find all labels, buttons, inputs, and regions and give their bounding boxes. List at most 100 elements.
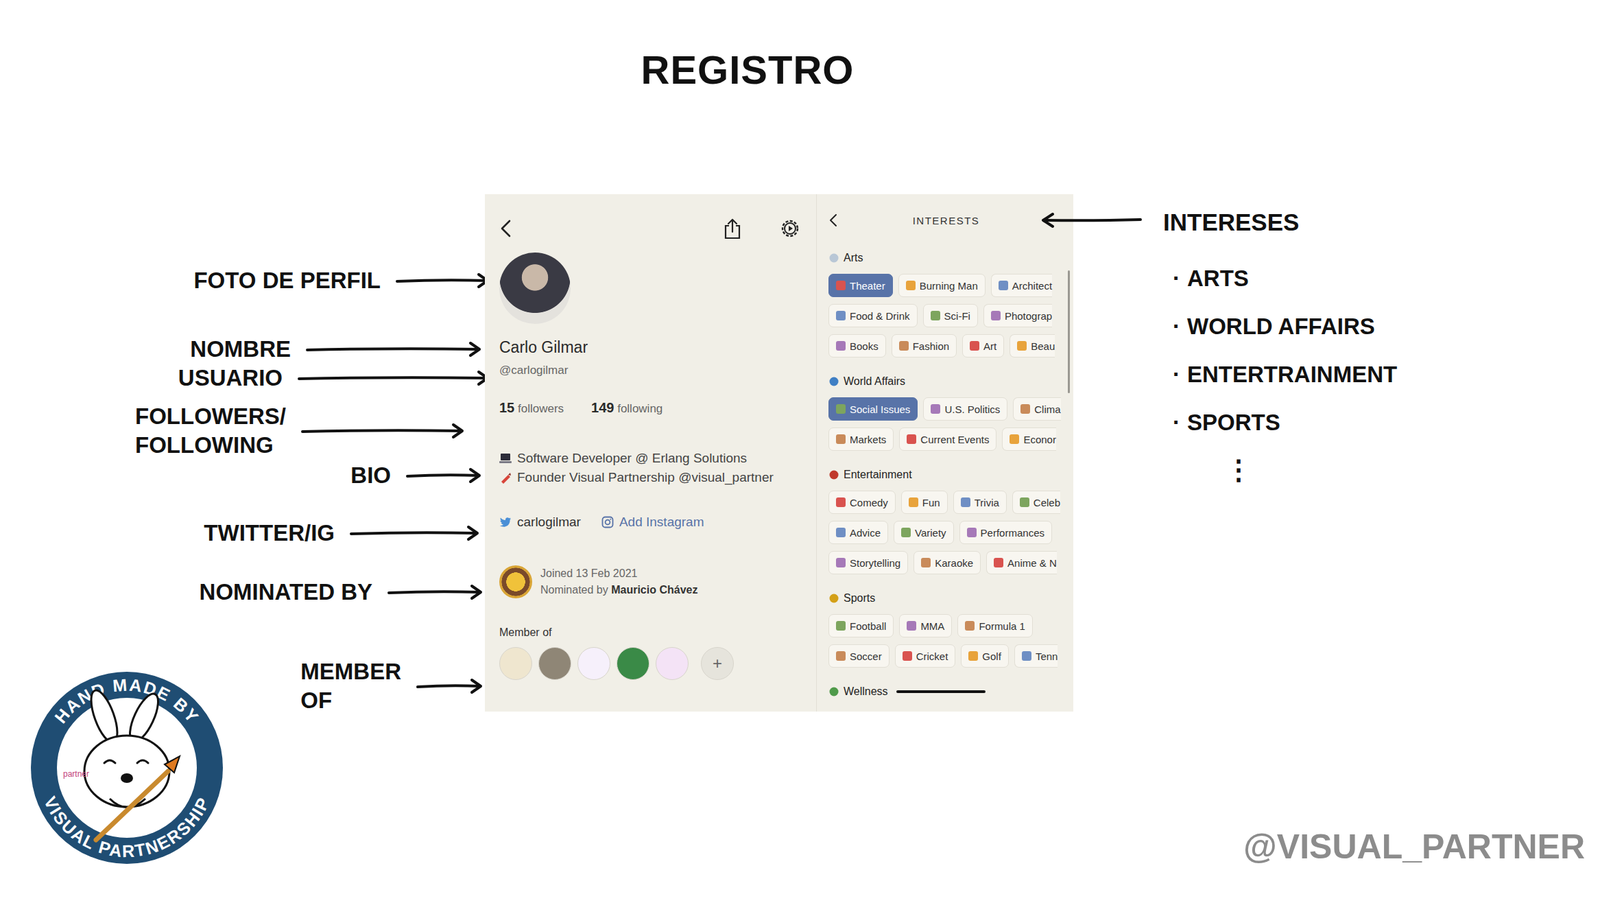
interest-chip[interactable]: Comedy	[828, 490, 896, 514]
category-header: Arts	[828, 250, 1064, 266]
interest-icon	[930, 310, 941, 321]
share-icon[interactable]	[722, 217, 743, 240]
profile-bio: Software Developer @ Erlang Solutions Fo…	[499, 448, 774, 487]
add-club-button[interactable]: +	[700, 646, 734, 680]
slide: REGISTRO FOTO DE PERFIL NOMBRE USUARIO F…	[0, 0, 1600, 903]
interests-note-item: ·WORLD AFFAIRS	[1172, 311, 1397, 342]
interest-chip[interactable]: Performances	[959, 520, 1053, 544]
back-chevron-icon[interactable]	[499, 218, 513, 238]
category-header: Wellness	[828, 683, 1064, 699]
annotation: TWITTER/IG	[203, 518, 480, 548]
interest-chip[interactable]: Fashion	[891, 333, 957, 358]
handmade-logo: HAND MADE BYVISUAL PARTNERSHIPpartner	[27, 667, 227, 867]
scrollbar[interactable]	[1067, 270, 1070, 393]
annotation: USUARIO	[178, 363, 490, 393]
interest-chip[interactable]: Art	[962, 333, 1005, 358]
interests-panel: INTERESTS Arts Theater Burning Man Archi…	[816, 194, 1074, 712]
followers-count[interactable]: 15 followers	[499, 399, 564, 417]
nominated-by: Joined 13 Feb 2021 Nominated by Mauricio…	[499, 565, 698, 599]
annotation-label: USUARIO	[178, 363, 283, 393]
interest-chip[interactable]: Advice	[828, 520, 889, 544]
interest-icon	[836, 650, 846, 661]
back-chevron-icon[interactable]	[828, 213, 839, 228]
interest-chip[interactable]: Formula 1	[957, 613, 1033, 638]
interest-chip[interactable]: Sci-Fi	[923, 303, 978, 328]
interest-icon	[836, 620, 846, 631]
profile-panel: Carlo Gilmar @carlogilmar 15 followers 1…	[484, 194, 817, 712]
interests-header: INTERESTS	[828, 210, 1064, 230]
interest-chip[interactable]: Books	[828, 333, 887, 358]
interest-chip[interactable]: Football	[828, 613, 894, 638]
interest-chip[interactable]: Golf	[960, 643, 1009, 668]
profile-photo[interactable]	[499, 252, 571, 324]
interest-chip[interactable]: Beau	[1009, 333, 1055, 358]
interest-chip[interactable]: Celeb	[1012, 490, 1061, 514]
interest-chip[interactable]: Photograp	[983, 303, 1053, 328]
annotation-label: NOMBRE	[189, 334, 291, 364]
interest-icon	[968, 650, 978, 661]
interest-icon	[836, 310, 846, 321]
interest-chip[interactable]: Fun	[901, 490, 948, 514]
arrow-icon	[406, 467, 482, 484]
interest-chip[interactable]: Trivia	[953, 490, 1007, 514]
interest-chip[interactable]: Karaoke	[913, 550, 981, 575]
interest-chip[interactable]: Social Issues	[828, 397, 918, 421]
interest-icon	[1017, 340, 1027, 351]
interest-chip[interactable]: Burning Man	[898, 273, 986, 297]
club-avatar[interactable]	[577, 646, 611, 680]
interest-category: Sports Football MMA Formula 1 Soccer Cri…	[828, 590, 1064, 668]
interest-icon	[960, 497, 971, 507]
interest-chip[interactable]: U.S. Politics	[923, 397, 1008, 421]
interest-chip[interactable]: Clima	[1012, 397, 1061, 421]
annotation-label: BIO	[350, 460, 391, 490]
club-avatar[interactable]	[499, 646, 533, 680]
add-instagram-link[interactable]: Add Instagram	[601, 512, 705, 531]
annotation-label: FOLLOWERS/FOLLOWING	[135, 401, 286, 460]
svg-text:partner: partner	[63, 768, 90, 779]
interest-chip[interactable]: Variety	[893, 520, 954, 544]
annotation-label: MEMBEROF	[300, 657, 402, 715]
interest-chip[interactable]: Storytelling	[828, 550, 909, 575]
profile-name: Carlo Gilmar	[499, 337, 588, 357]
nominator-photo[interactable]	[499, 565, 533, 599]
annotation-label: TWITTER/IG	[203, 518, 335, 548]
interest-chip[interactable]: Food & Drink	[828, 303, 918, 328]
interest-icon	[1021, 650, 1032, 661]
arrow-icon	[305, 340, 482, 358]
twitter-link[interactable]: carlogilmar	[499, 512, 581, 531]
annotation-label: NOMINATED BY	[199, 577, 373, 607]
interest-chip[interactable]: Markets	[828, 427, 894, 451]
interest-icon	[966, 527, 977, 537]
following-count[interactable]: 149 following	[591, 399, 663, 417]
interest-chip[interactable]: Current Events	[899, 427, 997, 451]
svg-text:HAND MADE BY: HAND MADE BY	[50, 674, 204, 727]
interest-category: Arts Theater Burning Man Architect Food …	[828, 250, 1064, 358]
category-icon	[828, 592, 840, 604]
interest-chip[interactable]: Tenn	[1014, 643, 1059, 668]
interest-icon	[901, 527, 911, 537]
nominator[interactable]: Nominated by Mauricio Chávez	[540, 581, 698, 599]
social-links: carlogilmar Add Instagram	[499, 512, 705, 531]
club-avatar[interactable]	[538, 646, 572, 680]
interest-icon	[836, 557, 846, 568]
interests-note-list: ·ARTS·WORLD AFFAIRS·ENTERTRAINMENT·SPORT…	[1163, 263, 1397, 438]
crayon-icon	[499, 471, 512, 484]
arrow-icon	[301, 422, 465, 439]
arrow-icon	[395, 272, 490, 289]
interest-chip[interactable]: Anime & N	[986, 550, 1057, 575]
settings-gear-icon[interactable]	[779, 217, 802, 240]
club-avatar[interactable]	[655, 646, 689, 680]
profile-topbar	[499, 216, 802, 241]
interest-category: World Affairs Social Issues U.S. Politic…	[828, 373, 1064, 451]
interest-chip[interactable]: Theater	[828, 273, 893, 297]
chip-row: Football MMA Formula 1	[828, 613, 1064, 638]
interest-chip[interactable]: Architect	[990, 273, 1053, 297]
interest-chip[interactable]: Soccer	[828, 643, 890, 668]
club-avatar[interactable]	[616, 646, 650, 680]
follow-stats: 15 followers 149 following	[499, 399, 663, 417]
interest-chip[interactable]: Econor	[1001, 427, 1057, 451]
interest-chip[interactable]: Cricket	[894, 643, 957, 668]
interest-chip[interactable]: MMA	[899, 613, 952, 638]
category-header: Sports	[828, 590, 1064, 606]
annotation: MEMBEROF	[300, 657, 483, 715]
